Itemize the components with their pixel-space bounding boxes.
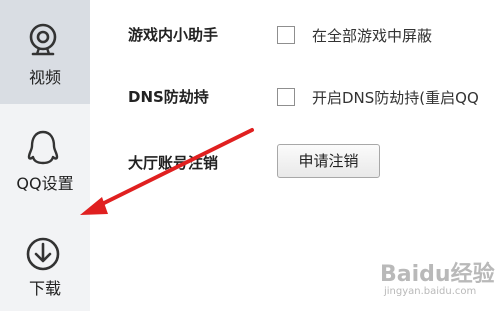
watermark-logo: Baidu经验 (380, 262, 495, 287)
watermark: Baidu经验 jingyan.baidu.com (380, 256, 495, 302)
watermark-url: jingyan.baidu.com (384, 286, 477, 297)
